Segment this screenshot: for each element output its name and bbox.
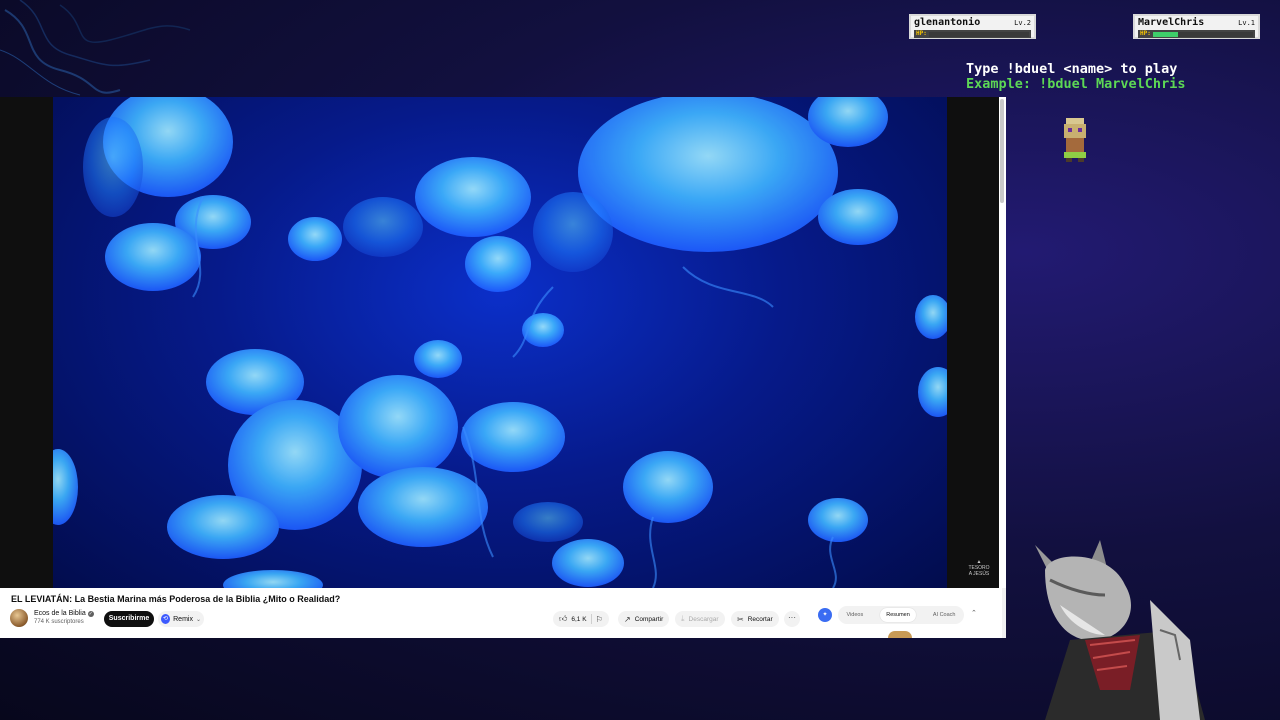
player-name: MarvelChris: [1138, 17, 1205, 28]
video-title: EL LEVIATÁN: La Bestia Marina más Podero…: [11, 594, 341, 604]
ai-assistant-icon[interactable]: ✦: [818, 608, 832, 622]
pixel-character-sprite: [1064, 118, 1086, 162]
remix-icon: ⟲: [161, 614, 171, 624]
channel-avatar[interactable]: [10, 609, 28, 627]
tab-ai-coach[interactable]: AI Coach: [933, 612, 956, 618]
download-icon: ⤓: [681, 614, 685, 623]
side-tabs: Videos Resumen AI Coach: [838, 606, 964, 624]
more-actions-button[interactable]: ···: [784, 611, 800, 627]
share-button[interactable]: ↗ Compartir: [618, 611, 670, 627]
channel-watermark: ▲ TESORO A JESÚS: [968, 559, 990, 577]
like-dislike-group: 👍︎ 6,1 K ⚐: [553, 611, 609, 627]
like-count[interactable]: 6,1 K: [571, 616, 586, 623]
chevron-down-icon: ⌄: [195, 616, 201, 623]
smoke-decoration: [0, 0, 191, 96]
hp-label: HP:: [1140, 30, 1151, 37]
duel-instructions: Type !bduel <name> to play Example: !bdu…: [966, 62, 1185, 92]
instruction-line: Type !bduel <name> to play: [966, 61, 1178, 77]
player-level: Lv.1: [1238, 19, 1255, 27]
chevron-up-icon[interactable]: ⌃: [971, 609, 977, 617]
tab-resumen[interactable]: Resumen: [880, 608, 916, 622]
remix-label: Remix: [173, 615, 193, 623]
remix-button[interactable]: ⟲ Remix ⌄: [158, 611, 204, 627]
download-label: Descargar: [688, 615, 719, 623]
channel-name[interactable]: Ecos de la Biblia: [34, 609, 86, 618]
scrollbar-thumb[interactable]: [1000, 99, 1004, 203]
channel-info[interactable]: Ecos de la Biblia ✓ 774 K suscriptores: [10, 609, 94, 627]
scissors-icon: ✂: [737, 614, 744, 624]
thumbs-up-icon[interactable]: 👍︎: [559, 614, 567, 624]
youtube-window: ▲ TESORO A JESÚS EL LEVIATÁN: La Bestia M…: [0, 97, 1006, 638]
download-button[interactable]: ⤓ Descargar: [675, 611, 725, 627]
subscriber-count: 774 K suscriptores: [34, 619, 84, 625]
hp-fill: [1152, 31, 1178, 37]
example-line: Example: !bduel MarvelChris: [966, 76, 1186, 92]
video-player[interactable]: ▲ TESORO A JESÚS: [0, 97, 1000, 588]
player-name: glenantonio: [914, 17, 981, 28]
jellyfish-scene: [53, 97, 947, 588]
player-hp-card: MarvelChris Lv.1 HP:: [1133, 14, 1260, 39]
hp-bar: HP:: [914, 30, 1031, 38]
subscribe-button[interactable]: Suscribirme: [104, 611, 154, 627]
player-level: Lv.2: [1014, 19, 1031, 27]
verified-icon: ✓: [87, 610, 94, 617]
watermark-text: TESORO A JESÚS: [968, 565, 990, 577]
divider: [590, 614, 592, 624]
suggestion-thumbnail[interactable]: [888, 631, 912, 638]
clip-label: Recortar: [747, 615, 773, 623]
tab-videos[interactable]: Videos: [847, 612, 864, 618]
player-hp-card: glenantonio Lv.2 HP:: [909, 14, 1036, 39]
scrollbar[interactable]: [999, 97, 1006, 588]
thumbs-down-icon[interactable]: ⚐: [596, 615, 603, 624]
share-label: Compartir: [634, 615, 664, 623]
hp-label: HP:: [916, 30, 927, 37]
share-icon: ↗: [624, 614, 631, 624]
clip-button[interactable]: ✂ Recortar: [731, 611, 779, 627]
video-frame-jellyfish[interactable]: [53, 97, 947, 588]
wolf-avatar: [1035, 540, 1205, 720]
hp-bar: HP:: [1138, 30, 1255, 38]
